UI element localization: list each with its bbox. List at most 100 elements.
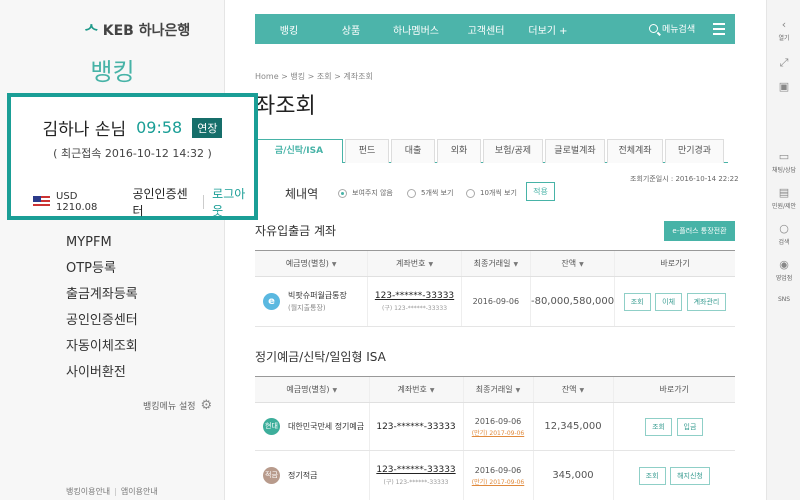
menu-item-mypfm[interactable]: MYPFM — [66, 230, 138, 256]
account-number-link[interactable]: 123-******-33333 — [370, 465, 463, 475]
nav-banking[interactable]: 뱅킹 — [255, 22, 323, 37]
tab-fund[interactable]: 펀드 — [345, 139, 389, 163]
shortcut-cell: 조회 입금 — [612, 402, 735, 451]
section-title: 뱅킹 — [90, 58, 135, 86]
nav-more[interactable]: 더보기 + — [519, 22, 577, 37]
rail-complaint-button[interactable]: ▤ 민원/제안 — [767, 186, 800, 210]
logout-link[interactable]: 로그아웃 — [212, 185, 254, 219]
table-header-row: 예금명(별칭) ▼ 계좌번호 ▼ 최종거래일 ▼ 잔액 ▼ 바로가기 — [255, 376, 735, 403]
last-transaction-date: 2016-09-06 — [460, 276, 531, 327]
col-header[interactable]: 계좌번호 ▼ — [367, 250, 462, 277]
deposit-button[interactable]: 입금 — [676, 417, 704, 436]
menu-item-withdraw-account[interactable]: 출금계좌등록 — [66, 282, 138, 308]
query-time: 조회기준일시 : 2016-10-14 22:22 — [630, 175, 739, 183]
menu-item-auto-transfer[interactable]: 자동이체조회 — [66, 334, 138, 360]
rail-shortcut-button[interactable]: ⤢ — [767, 56, 800, 72]
hana-logo[interactable]: ᄉ KEB 하나은행 — [84, 18, 190, 42]
account-manage-button[interactable]: 계좌관리 — [686, 292, 727, 311]
col-header[interactable]: 잔액 ▼ — [529, 250, 615, 277]
apply-button[interactable]: 적용 — [526, 182, 555, 201]
rail-branch-button[interactable]: ◉ 영업점 — [767, 258, 800, 282]
tab-all-accounts[interactable]: 전체계좌 — [607, 139, 663, 163]
table-row: 현대 대한민국만세 정기예금 123-******-33333 2016-09-… — [255, 402, 735, 451]
radio-show-10[interactable]: 10개씩 보기 — [466, 188, 517, 198]
chat-icon: ▭ — [778, 150, 790, 163]
sidebar-footer: 뱅킹이용안내 | 앱이용안내 — [66, 486, 158, 497]
tab-matured[interactable]: 만기경과 — [665, 139, 724, 163]
tab-foreign-currency[interactable]: 외화 — [437, 139, 481, 163]
eplus-convert-button[interactable]: e-플러스 통장전환 — [664, 221, 735, 241]
section-title-demand: 자유입출금 계좌 — [255, 224, 337, 238]
account-name: 빅팟슈퍼월급통장 — [288, 291, 347, 300]
menu-item-otp[interactable]: OTP등록 — [66, 256, 138, 282]
tab-deposit-trust-isa[interactable]: 금/신탁/ISA — [255, 139, 343, 163]
gear-icon: ⚙ — [200, 398, 213, 413]
rail-sns-button[interactable]: SNS — [767, 296, 800, 303]
rail-search-button[interactable]: ○ 검색 — [767, 222, 800, 246]
nav-hana-members[interactable]: 하나멤버스 — [379, 22, 453, 37]
us-flag-icon — [33, 196, 51, 208]
filter-label: 체내역 — [285, 187, 319, 201]
last-transaction-date: 2016-09-06 — [474, 416, 522, 426]
menu-search-button[interactable]: 메뉴검색 — [649, 22, 695, 35]
radio-dot-selected — [338, 188, 347, 198]
radio-label: 10개씩 보기 — [480, 189, 517, 197]
nav-customer-center[interactable]: 고객센터 — [453, 22, 519, 37]
col-header[interactable]: 계좌번호 ▼ — [368, 376, 463, 403]
search-icon — [649, 24, 658, 33]
shortcut-cell: 조회 이체 계좌관리 — [614, 276, 735, 327]
account-number-cell: 123-******-33333 (구) 123-******-33333 — [368, 450, 463, 500]
col-header[interactable]: 최종거래일 ▼ — [462, 376, 533, 403]
usd-rate: USD 1210.08 — [56, 191, 98, 213]
col-header[interactable]: 잔액 ▼ — [532, 376, 613, 403]
divider — [203, 195, 205, 209]
col-header[interactable]: 최종거래일 ▼ — [460, 250, 531, 277]
radio-hide[interactable]: 보여주지 않음 — [338, 188, 393, 198]
balance: -80,000,580,000 — [529, 276, 615, 327]
gift-icon: ▣ — [778, 80, 790, 93]
product-badge-icon: e — [263, 293, 280, 310]
account-number-cell: 123-******-33333 (구) 123-******-33333 — [367, 276, 462, 327]
menu-item-cyber-exchange[interactable]: 사이버환전 — [66, 360, 138, 386]
cert-center-link[interactable]: 공인인증센터 — [132, 185, 195, 219]
cancel-request-button[interactable]: 해지신청 — [670, 466, 710, 485]
menu-setting-label: 뱅킹메뉴 설정 — [143, 402, 196, 412]
hamburger-menu-icon[interactable] — [713, 23, 725, 38]
login-bottom-row: USD 1210.08 공인인증센터 로그아웃 — [33, 185, 254, 219]
menu-setting-link[interactable]: 뱅킹메뉴 설정 ⚙ — [143, 398, 212, 413]
demand-account-table: 예금명(별칭) ▼ 계좌번호 ▼ 최종거래일 ▼ 잔액 ▼ 바로가기 e 빅팟슈퍼월급통… — [255, 250, 735, 327]
tab-loan[interactable]: 대출 — [391, 139, 435, 163]
nav-products[interactable]: 상품 — [323, 22, 379, 37]
inquiry-button[interactable]: 조회 — [623, 292, 651, 311]
maturity-date: (만기) 2017-09-06 — [471, 429, 525, 437]
tab-global-account[interactable]: 글로벌계좌 — [545, 139, 605, 163]
inquiry-button[interactable]: 조회 — [638, 466, 666, 485]
col-header[interactable]: 예금명(별칭) ▼ — [255, 376, 369, 403]
account-name-cell: 현대 대한민국만세 정기예금 — [255, 402, 369, 451]
col-header[interactable]: 예금명(별칭) ▼ — [255, 250, 368, 277]
filter-row: 조회기준일시 : 2016-10-14 22:22 체내역 보여주지 않음 5개… — [255, 175, 739, 202]
rail-open-button[interactable]: ‹ 열기 — [767, 18, 800, 42]
rail-chat-button[interactable]: ▭ 채팅/상담 — [767, 150, 800, 174]
radio-label: 보여주지 않음 — [352, 189, 393, 197]
app-guide-link[interactable]: 앱이용안내 — [121, 487, 158, 496]
right-quick-rail: ‹ 열기 ⤢ ▣ ▭ 채팅/상담 ▤ 민원/제안 ○ 검색 ◉ 영업점 SNS — [766, 0, 800, 500]
date-cell: 2016-09-06 (만기) 2017-09-06 — [462, 450, 533, 500]
menu-item-cert-center[interactable]: 공인인증센터 — [66, 308, 138, 334]
old-account-number: (구) 123-******-33333 — [383, 479, 449, 486]
old-account-number: (구) 123-******-33333 — [382, 305, 448, 312]
account-name-cell: e 빅팟슈퍼월급통장 (월지출통장) — [255, 276, 368, 327]
inquiry-button[interactable]: 조회 — [645, 417, 672, 436]
tab-insurance[interactable]: 보험/공제 — [483, 139, 543, 163]
transfer-button[interactable]: 이체 — [655, 292, 683, 311]
account-number-link[interactable]: 123-******-33333 — [368, 291, 460, 301]
extend-session-button[interactable]: 연장 — [192, 117, 223, 138]
banking-menu: MYPFM OTP등록 출금계좌등록 공인인증센터 자동이체조회 사이버환전 — [66, 230, 138, 386]
rail-gift-button[interactable]: ▣ — [767, 80, 800, 95]
table-row: e 빅팟슈퍼월급통장 (월지출통장) 123-******-33333 (구) … — [255, 276, 735, 327]
radio-show-5[interactable]: 5개씩 보기 — [407, 188, 453, 198]
maturity-date: (만기) 2017-09-06 — [471, 478, 525, 486]
last-transaction-date: 2016-09-06 — [474, 465, 522, 475]
banking-guide-link[interactable]: 뱅킹이용안내 — [66, 487, 110, 496]
shortcut-cell: 조회 해지신청 — [612, 450, 735, 500]
